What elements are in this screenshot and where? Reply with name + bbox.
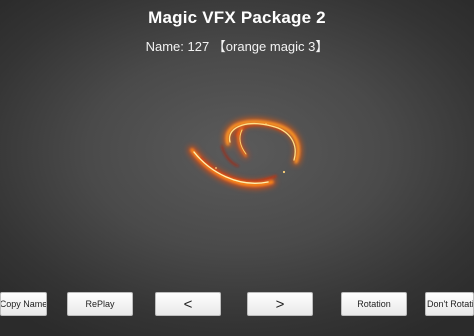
dont-rotation-button[interactable]: Don't Rotation [425,292,474,316]
replay-button[interactable]: RePlay [67,292,133,316]
next-button[interactable]: > [247,292,313,316]
rotation-button[interactable]: Rotation [341,292,407,316]
effect-name-label: Name: 127 【orange magic 3】 [145,39,329,54]
page-title: Magic VFX Package 2 [148,8,326,27]
copy-name-button[interactable]: Copy Name [0,292,47,316]
previous-button[interactable]: < [155,292,221,316]
orange-magic-effect [188,118,302,189]
